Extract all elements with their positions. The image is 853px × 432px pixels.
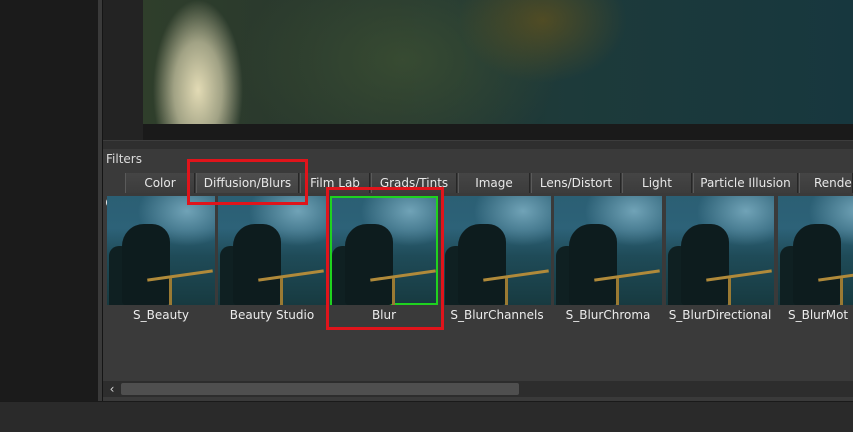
- thumbnail-label: Beauty Studio: [229, 308, 315, 322]
- thumbnail-image: [666, 196, 774, 305]
- thumbnail-image: [554, 196, 662, 305]
- tab-color[interactable]: Color: [125, 173, 195, 193]
- preview-image: [143, 0, 853, 124]
- filter-thumb-s-beauty[interactable]: S_Beauty: [107, 196, 215, 326]
- viewer-bottom-bar: [143, 124, 853, 140]
- thumbnail-label: S_BlurChroma: [565, 308, 651, 322]
- filter-category-tabs: Color Diffusion/Blurs Film Lab Grads/Tin…: [103, 171, 853, 212]
- tab-film-lab[interactable]: Film Lab: [300, 173, 370, 193]
- thumbnail-label: S_BlurMot: [788, 308, 849, 322]
- thumbnail-image: [218, 196, 326, 305]
- horizontal-scrollbar[interactable]: ‹: [103, 381, 853, 397]
- scrollbar-thumb[interactable]: [121, 383, 519, 395]
- thumbnail-label: Blur: [371, 308, 397, 322]
- viewer-panel: [103, 0, 853, 140]
- filter-thumb-s-blurmot[interactable]: S_BlurMot: [778, 196, 853, 326]
- thumbnail-label: S_Beauty: [133, 308, 189, 322]
- status-bar: [0, 401, 853, 432]
- tab-particle-illusion[interactable]: Particle Illusion: [693, 173, 798, 193]
- thumbnail-label: S_BlurChannels: [450, 308, 544, 322]
- thumbnail-image: [778, 196, 853, 305]
- tab-light[interactable]: Light: [622, 173, 692, 193]
- thumbnail-image: [330, 196, 438, 305]
- filter-thumb-blur[interactable]: Blur: [330, 196, 438, 326]
- filters-title: Filters: [106, 152, 142, 166]
- filters-panel: Filters Color Diffusion/Blurs Film Lab G…: [103, 149, 853, 401]
- thumbnail-label: S_BlurDirectional: [668, 308, 772, 322]
- thumbnail-image: [107, 196, 215, 305]
- tab-diffusion-blurs[interactable]: Diffusion/Blurs: [196, 173, 299, 193]
- filter-thumbnail-strip: S_Beauty Beauty Studio Blur S_BlurChanne…: [103, 196, 853, 332]
- chevron-left-icon[interactable]: ‹: [105, 382, 119, 396]
- filter-thumb-s-blurchroma[interactable]: S_BlurChroma: [554, 196, 662, 326]
- left-panel: [0, 0, 99, 401]
- tab-render[interactable]: Render: [799, 173, 853, 193]
- thumbnail-image: [443, 196, 551, 305]
- tab-grads-tints[interactable]: Grads/Tints: [371, 173, 457, 193]
- filter-thumb-s-blurchannels[interactable]: S_BlurChannels: [443, 196, 551, 326]
- tab-image[interactable]: Image: [458, 173, 530, 193]
- filter-thumb-beauty-studio[interactable]: Beauty Studio: [218, 196, 326, 326]
- tab-lens-distort[interactable]: Lens/Distort: [531, 173, 621, 193]
- filter-thumb-s-blurdirectional[interactable]: S_BlurDirectional: [666, 196, 774, 326]
